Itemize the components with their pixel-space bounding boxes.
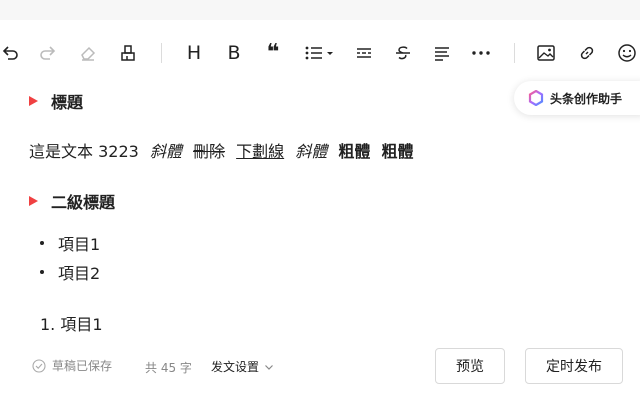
list-icon[interactable] (302, 38, 338, 68)
editor-toolbar: H B ❝ (0, 38, 640, 68)
ordered-list-item[interactable]: 1. 項目1 (40, 311, 103, 335)
word-count: 共 45 字 (145, 361, 192, 375)
bold-text: 粗體 (381, 142, 414, 161)
heading-text: 標題 (51, 93, 84, 112)
heading-marker-icon (29, 196, 38, 206)
redo-icon[interactable] (36, 38, 60, 68)
preview-button[interactable]: 预览 (435, 348, 505, 384)
heading-marker-icon (29, 96, 38, 106)
image-icon[interactable] (534, 38, 558, 68)
strikethrough-text: 刪除 (193, 142, 226, 161)
bold-text: 粗體 (338, 142, 371, 161)
heading-level-1[interactable]: 標題 (29, 89, 83, 113)
publish-settings-dropdown[interactable]: 发文设置 (211, 358, 274, 375)
bold-icon[interactable]: B (222, 38, 246, 68)
undo-icon[interactable] (0, 38, 20, 68)
paragraph[interactable]: 這是文本 3223 斜體 刪除 下劃線 斜體 粗體 粗體 (29, 138, 419, 162)
bullet-dot-icon (40, 241, 44, 245)
ordered-item-text: 1. 項目1 (40, 315, 103, 334)
heading-level-2[interactable]: 二級標題 (29, 189, 115, 213)
chevron-down-icon (265, 364, 273, 370)
emoji-icon[interactable] (615, 38, 639, 68)
divider-icon[interactable] (352, 38, 376, 68)
editor-footer: 草稿已保存 共 45 字 发文设置 预览 定时发布 (0, 340, 640, 400)
check-circle-icon (32, 358, 46, 373)
quote-icon[interactable]: ❝ (261, 38, 285, 68)
list-item[interactable]: 項目1 (40, 231, 100, 255)
toolbar-separator (161, 43, 162, 63)
schedule-publish-button[interactable]: 定时发布 (525, 348, 623, 384)
save-status-text: 草稿已保存 (52, 359, 113, 373)
top-bar (0, 0, 640, 20)
strikethrough-icon[interactable] (391, 38, 415, 68)
creation-assistant-button[interactable]: 头条创作助手 (514, 81, 640, 115)
italic-text: 斜體 (149, 142, 182, 161)
toolbar-separator (514, 43, 515, 63)
assistant-logo-icon (528, 90, 544, 106)
eraser-icon[interactable] (76, 38, 100, 68)
link-icon[interactable] (575, 38, 599, 68)
publish-settings-label: 发文设置 (211, 360, 260, 374)
assistant-label: 头条创作助手 (550, 91, 623, 106)
list-item[interactable]: 項目2 (40, 260, 100, 284)
list-item-text: 項目1 (58, 235, 101, 254)
italic-text: 斜體 (295, 142, 328, 161)
list-item-text: 項目2 (58, 264, 101, 283)
underline-text: 下劃線 (236, 142, 285, 161)
plain-text: 這是文本 3223 (29, 142, 139, 161)
save-status: 草稿已保存 (32, 357, 112, 374)
align-icon[interactable] (430, 38, 454, 68)
format-painter-icon[interactable] (116, 38, 140, 68)
more-icon[interactable] (469, 38, 493, 68)
heading-icon[interactable]: H (182, 38, 206, 68)
bullet-dot-icon (40, 270, 44, 274)
heading-text: 二級標題 (51, 193, 116, 212)
